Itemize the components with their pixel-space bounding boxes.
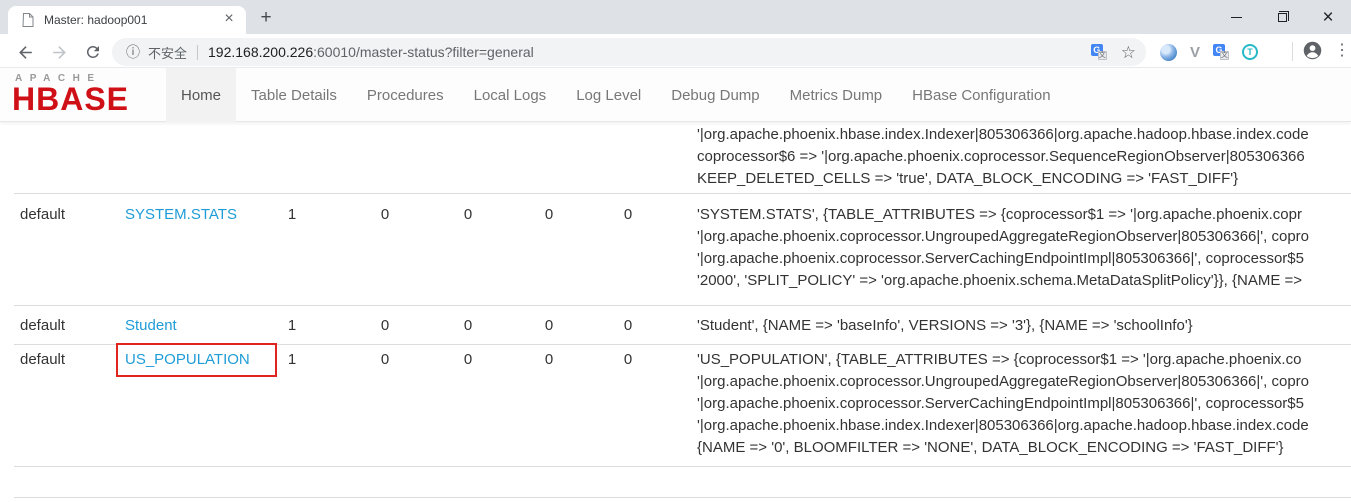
restore-button[interactable] <box>1259 0 1305 34</box>
window-controls: × <box>1213 0 1351 34</box>
translate-page-icon[interactable]: G 文 <box>1091 44 1107 60</box>
back-icon <box>16 43 35 62</box>
table-description: 'Student', {NAME => 'baseInfo', VERSIONS… <box>697 315 1193 337</box>
extension-blue-circle-icon[interactable] <box>1160 44 1177 61</box>
nav-item-metrics-dump[interactable]: Metrics Dump <box>775 68 898 122</box>
failed-regions-cell: 0 <box>426 204 510 226</box>
other-regions-cell: 0 <box>586 315 670 337</box>
table-description: 'US_POPULATION', {TABLE_ATTRIBUTES => {c… <box>697 349 1309 459</box>
description-line: '|org.apache.phoenix.coprocessor.ServerC… <box>697 393 1309 415</box>
table-name-cell: Student <box>125 315 177 337</box>
nav-item-debug-dump[interactable]: Debug Dump <box>656 68 774 122</box>
extension-icons: V G 文 T <box>1160 39 1258 65</box>
url-text: 192.168.200.226:60010/master-status?filt… <box>208 44 1083 60</box>
extension-translate-icon[interactable]: G 文 <box>1213 44 1229 60</box>
site-info-icon[interactable]: ⓘ <box>126 42 140 62</box>
description-line: coprocessor$6 => '|org.apache.phoenix.co… <box>697 146 1309 168</box>
person-icon <box>1302 40 1323 61</box>
close-button[interactable]: × <box>1305 0 1351 34</box>
new-tab-button[interactable]: + <box>254 8 278 28</box>
url-host: 192.168.200.226 <box>208 44 313 60</box>
close-icon: × <box>1322 8 1333 27</box>
offline-regions-cell: 0 <box>343 349 427 371</box>
forward-icon <box>50 43 69 62</box>
split-regions-cell: 0 <box>507 315 591 337</box>
namespace-cell: default <box>20 204 65 226</box>
table-row-partial: '|org.apache.phoenix.hbase.index.Indexer… <box>14 122 1351 193</box>
bottom-divider <box>14 497 1351 498</box>
nav-menu: Home Table Details Procedures Local Logs… <box>166 68 1066 122</box>
description-line: 'US_POPULATION', {TABLE_ATTRIBUTES => {c… <box>697 349 1309 371</box>
other-regions-cell: 0 <box>586 204 670 226</box>
restore-icon <box>1278 13 1287 22</box>
address-bar[interactable]: ⓘ 不安全 192.168.200.226:60010/master-statu… <box>112 38 1146 66</box>
browser-titlebar: Master: hadoop001 × + × <box>0 0 1351 34</box>
extension-tampermonkey-icon[interactable]: T <box>1242 44 1258 60</box>
table-description: '|org.apache.phoenix.hbase.index.Indexer… <box>697 124 1309 190</box>
nav-item-home[interactable]: Home <box>166 68 236 122</box>
description-line: '2000', 'SPLIT_POLICY' => 'org.apache.ph… <box>697 270 1309 292</box>
description-line: '|org.apache.phoenix.coprocessor.ServerC… <box>697 248 1309 270</box>
split-regions-cell: 0 <box>507 349 591 371</box>
forward-button[interactable] <box>46 39 72 65</box>
split-regions-cell: 0 <box>507 204 591 226</box>
offline-regions-cell: 0 <box>343 315 427 337</box>
description-line: KEEP_DELETED_CELLS => 'true', DATA_BLOCK… <box>697 168 1309 190</box>
page-favicon-icon <box>22 13 34 27</box>
description-line: '|org.apache.phoenix.hbase.index.Indexer… <box>697 124 1309 146</box>
table-link-student[interactable]: Student <box>125 317 177 334</box>
reload-icon <box>84 43 102 61</box>
minimize-button[interactable] <box>1213 0 1259 34</box>
description-line: 'SYSTEM.STATS', {TABLE_ATTRIBUTES => {co… <box>697 204 1309 226</box>
nav-item-hbase-configuration[interactable]: HBase Configuration <box>897 68 1065 122</box>
url-path: :60010/master-status?filter=general <box>313 44 534 60</box>
bookmark-star-icon[interactable]: ☆ <box>1121 44 1136 61</box>
nav-item-log-level[interactable]: Log Level <box>561 68 656 122</box>
description-line: {NAME => '0', BLOOMFILTER => 'NONE', DAT… <box>697 437 1309 459</box>
omnibox-right-icons: G 文 ☆ <box>1091 44 1136 61</box>
tab-close-icon[interactable]: × <box>220 11 238 29</box>
profile-avatar[interactable] <box>1302 40 1323 61</box>
offline-regions-cell: 0 <box>343 204 427 226</box>
browser-menu-button[interactable]: ⋮ <box>1334 39 1348 63</box>
hbase-logo[interactable]: APACHE HBASE <box>12 73 157 117</box>
back-button[interactable] <box>12 39 38 65</box>
description-line: '|org.apache.phoenix.coprocessor.Ungroup… <box>697 371 1309 393</box>
annotation-highlight-box <box>116 343 277 377</box>
translate-wen-box: 文 <box>1220 51 1229 60</box>
description-line: '|org.apache.phoenix.coprocessor.Ungroup… <box>697 226 1309 248</box>
online-regions-cell: 1 <box>250 204 334 226</box>
table-name-cell: SYSTEM.STATS <box>125 204 237 226</box>
online-regions-cell: 1 <box>250 315 334 337</box>
translate-wen-box: 文 <box>1098 51 1107 60</box>
other-regions-cell: 0 <box>586 349 670 371</box>
table-description: 'SYSTEM.STATS', {TABLE_ATTRIBUTES => {co… <box>697 204 1309 292</box>
table-row-system-stats: default SYSTEM.STATS 1 0 0 0 0 'SYSTEM.S… <box>14 193 1351 305</box>
table-row-student: default Student 1 0 0 0 0 'Student', {NA… <box>14 305 1351 344</box>
failed-regions-cell: 0 <box>426 315 510 337</box>
namespace-cell: default <box>20 315 65 337</box>
nav-item-table-details[interactable]: Table Details <box>236 68 352 122</box>
extension-vue-icon[interactable]: V <box>1190 45 1200 60</box>
nav-item-procedures[interactable]: Procedures <box>352 68 459 122</box>
reload-button[interactable] <box>80 39 106 65</box>
nav-item-local-logs[interactable]: Local Logs <box>459 68 562 122</box>
namespace-cell: default <box>20 349 65 371</box>
security-label: 不安全 <box>148 43 187 62</box>
description-line: '|org.apache.phoenix.hbase.index.Indexer… <box>697 415 1309 437</box>
browser-tab[interactable]: Master: hadoop001 × <box>8 6 246 34</box>
minimize-icon <box>1231 17 1242 18</box>
url-separator <box>197 45 198 60</box>
description-line: 'Student', {NAME => 'baseInfo', VERSIONS… <box>697 315 1193 337</box>
logo-hbase-text: HBASE <box>12 84 157 114</box>
toolbar-divider <box>1292 42 1293 61</box>
table-link-system-stats[interactable]: SYSTEM.STATS <box>125 206 237 223</box>
failed-regions-cell: 0 <box>426 349 510 371</box>
hbase-navbar: APACHE HBASE Home Table Details Procedur… <box>0 68 1351 122</box>
browser-toolbar: ⓘ 不安全 192.168.200.226:60010/master-statu… <box>0 34 1351 68</box>
tab-title: Master: hadoop001 <box>44 13 220 27</box>
